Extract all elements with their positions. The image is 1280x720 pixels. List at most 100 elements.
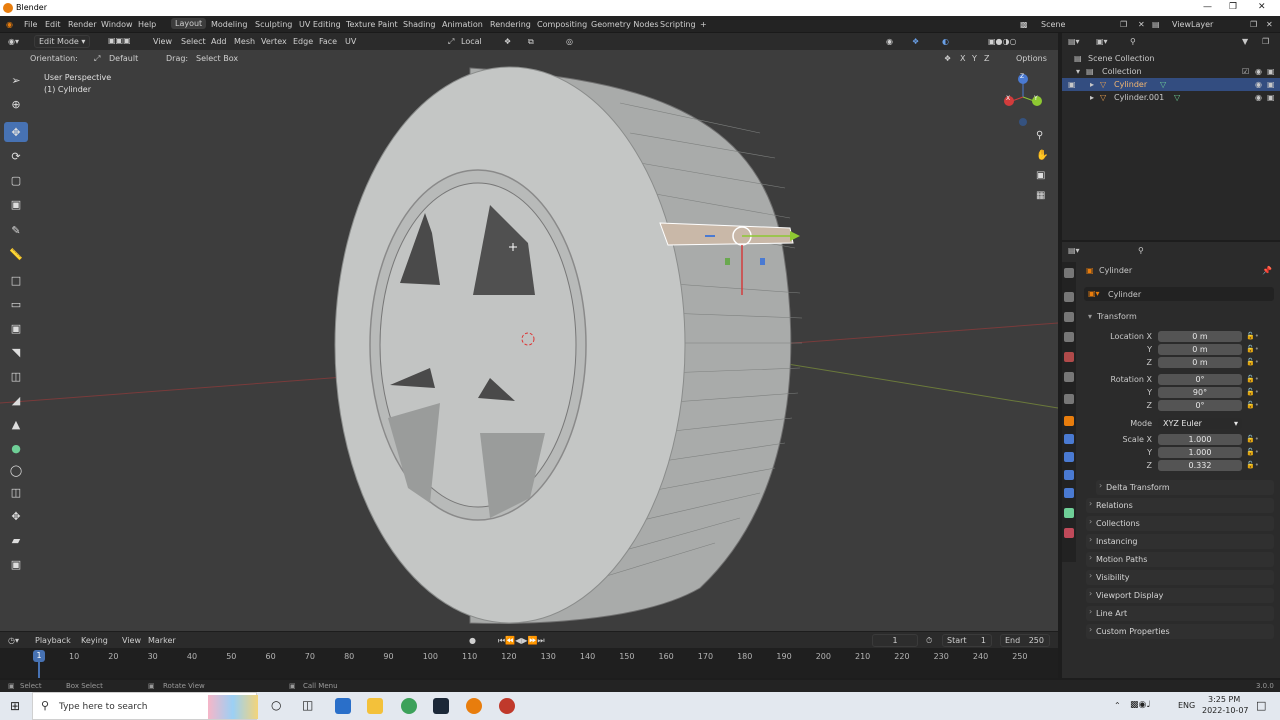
- lock-icon[interactable]: 🔓•: [1246, 401, 1259, 409]
- steam-app-icon[interactable]: [433, 698, 449, 714]
- file-explorer-icon[interactable]: [367, 698, 383, 714]
- outliner-collection[interactable]: ▾ ▤ Collection ☑ ◉ ▣: [1062, 65, 1280, 78]
- menu-vertex[interactable]: Vertex: [261, 37, 287, 46]
- menu-timeline-view[interactable]: View: [122, 636, 141, 645]
- eye-icon[interactable]: ◉: [1255, 67, 1262, 76]
- tab-scripting[interactable]: Scripting: [660, 20, 696, 29]
- tab-uv-editing[interactable]: UV Editing: [299, 20, 341, 29]
- view-layer-name[interactable]: ViewLayer: [1172, 20, 1213, 29]
- visibility-icon[interactable]: ◉: [886, 37, 893, 46]
- chrome-app-icon[interactable]: [401, 698, 417, 714]
- edge-slide-tool-icon[interactable]: ◫: [4, 482, 28, 502]
- blender-app-icon[interactable]: [466, 698, 482, 714]
- camera-icon[interactable]: ▣: [1036, 170, 1045, 181]
- material-tab-icon[interactable]: [1064, 528, 1074, 538]
- lock-icon[interactable]: 🔓•: [1246, 358, 1259, 366]
- end-frame-field[interactable]: End 250: [1000, 634, 1050, 647]
- rip-region-tool-icon[interactable]: ▣: [4, 554, 28, 574]
- loop-cut-tool-icon[interactable]: ◫: [4, 366, 28, 386]
- menu-mesh[interactable]: Mesh: [234, 37, 255, 46]
- axis-z[interactable]: Z: [984, 54, 989, 63]
- inset-tool-icon[interactable]: ▣: [4, 318, 28, 338]
- add-workspace-icon[interactable]: +: [700, 20, 707, 29]
- panel-collections[interactable]: Collections: [1086, 516, 1274, 531]
- menu-view[interactable]: View: [153, 37, 172, 46]
- scale-z-field[interactable]: 0.332: [1158, 460, 1242, 471]
- tab-rendering[interactable]: Rendering: [490, 20, 531, 29]
- record-icon[interactable]: ●: [469, 636, 476, 645]
- obs-app-icon[interactable]: [499, 698, 515, 714]
- edit-mode-icon[interactable]: ▣: [1068, 80, 1076, 89]
- menu-render[interactable]: Render: [68, 20, 96, 29]
- object-name-field[interactable]: ▣▾ Cylinder: [1084, 287, 1274, 301]
- collection-tab-icon[interactable]: [1064, 394, 1074, 404]
- scale-tool-icon[interactable]: ▢: [4, 170, 28, 190]
- knife-tool-icon[interactable]: ◢: [4, 390, 28, 410]
- tab-animation[interactable]: Animation: [442, 20, 483, 29]
- poly-build-tool-icon[interactable]: ▲: [4, 414, 28, 434]
- location-x-field[interactable]: 0 m: [1158, 331, 1242, 342]
- spin-tool-icon[interactable]: ●: [4, 438, 28, 458]
- tab-sculpting[interactable]: Sculpting: [255, 20, 292, 29]
- shear-tool-icon[interactable]: ▰: [4, 530, 28, 550]
- particles-tab-icon[interactable]: [1064, 452, 1074, 462]
- shrink-fatten-tool-icon[interactable]: ✥: [4, 506, 28, 526]
- task-view-icon[interactable]: ◫: [302, 698, 313, 712]
- lock-icon[interactable]: 🔓•: [1246, 448, 1259, 456]
- display-mode-icon[interactable]: ▣▾: [1096, 37, 1108, 46]
- lock-icon[interactable]: 🔓•: [1246, 345, 1259, 353]
- bevel-tool-icon[interactable]: ◥: [4, 342, 28, 362]
- notification-icon[interactable]: □: [1256, 699, 1266, 712]
- stopwatch-icon[interactable]: ⏱: [926, 636, 932, 646]
- gizmo-y-label[interactable]: Y: [1034, 95, 1038, 102]
- scene-name[interactable]: Scene: [1041, 20, 1065, 29]
- transform-title[interactable]: Transform: [1097, 312, 1137, 321]
- eye-icon[interactable]: ◉: [1255, 93, 1262, 102]
- orientation-value[interactable]: Default: [109, 54, 138, 63]
- menu-face[interactable]: Face: [319, 37, 337, 46]
- location-z-field[interactable]: 0 m: [1158, 357, 1242, 368]
- world-tab-icon[interactable]: [1064, 372, 1074, 382]
- menu-window[interactable]: Window: [101, 20, 133, 29]
- outliner-editor-icon[interactable]: ▤▾: [1068, 37, 1080, 46]
- close-icon[interactable]: ✕: [1258, 2, 1266, 12]
- scene-tab-icon[interactable]: [1064, 352, 1074, 362]
- lock-icon[interactable]: 🔓•: [1246, 375, 1259, 383]
- collapse-icon[interactable]: ▾: [1076, 67, 1080, 76]
- playback-controls-icon[interactable]: ⏮⏪◀▶⏩⏭: [498, 636, 545, 646]
- tool-tab-icon[interactable]: [1064, 268, 1074, 278]
- lock-icon[interactable]: 🔓•: [1246, 388, 1259, 396]
- extrude-tool-icon[interactable]: ▭: [4, 294, 28, 314]
- camera-restrict-icon[interactable]: ▣: [1267, 80, 1275, 89]
- pivot-icon[interactable]: ❖: [504, 37, 511, 46]
- panel-visibility[interactable]: Visibility: [1086, 570, 1274, 585]
- current-frame-field[interactable]: 1: [872, 634, 918, 647]
- filter-icon[interactable]: ▼: [1242, 37, 1248, 46]
- panel-motion-paths[interactable]: Motion Paths: [1086, 552, 1274, 567]
- menu-edit[interactable]: Edit: [45, 20, 61, 29]
- new-view-layer-icon[interactable]: ❐: [1250, 20, 1257, 29]
- axis-y[interactable]: Y: [972, 54, 977, 63]
- expand-icon[interactable]: ▸: [1090, 93, 1094, 102]
- gizmo-toggle-icon[interactable]: ❖: [912, 37, 919, 46]
- axis-x[interactable]: X: [960, 54, 965, 63]
- camera-restrict-icon[interactable]: ▣: [1267, 67, 1275, 76]
- select-mode-icons[interactable]: ▣▣▣: [108, 36, 131, 45]
- options-dropdown[interactable]: Options: [1016, 54, 1047, 63]
- tab-geometry-nodes[interactable]: Geometry Nodes: [591, 20, 658, 29]
- lock-icon[interactable]: 🔓•: [1246, 461, 1259, 469]
- checkbox-icon[interactable]: ☑: [1242, 67, 1249, 76]
- outliner-scene-collection[interactable]: ▤ Scene Collection: [1062, 52, 1280, 65]
- outliner-item-cylinder-001[interactable]: ▸ ▽ Cylinder.001 ▽ ◉ ▣: [1062, 91, 1280, 104]
- rotation-y-field[interactable]: 90°: [1158, 387, 1242, 398]
- overlay-toggle-icon[interactable]: ◐: [942, 37, 949, 46]
- transform-orientation-value[interactable]: Local: [461, 37, 482, 46]
- tray-chevron-icon[interactable]: ⌃: [1114, 701, 1121, 710]
- outliner-item-cylinder[interactable]: ▣ ▸ ▽ Cylinder ▽ ◉ ▣: [1062, 78, 1280, 91]
- clock-time[interactable]: 3:25 PM: [1208, 695, 1240, 704]
- constraints-tab-icon[interactable]: [1064, 488, 1074, 498]
- timeline[interactable]: 1 10 20 30 40 50 60 70 80 90 100 110 120 130 140 150 16…: [0, 648, 1058, 678]
- tab-layout[interactable]: Layout: [171, 18, 207, 29]
- tray-icons[interactable]: ▩◉♩: [1130, 700, 1151, 710]
- scale-x-field[interactable]: 1.000: [1158, 434, 1242, 445]
